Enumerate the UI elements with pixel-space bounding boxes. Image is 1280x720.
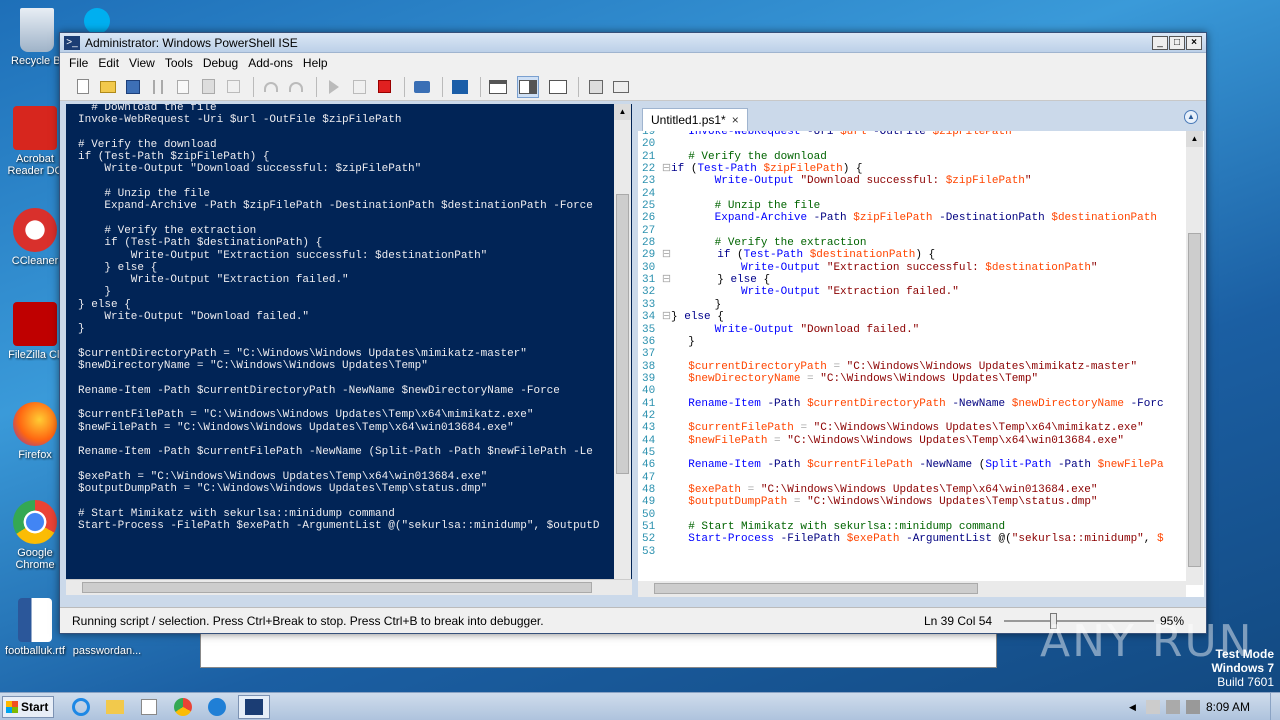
layout-right-icon[interactable] [517, 75, 539, 98]
layout-max-icon[interactable] [547, 76, 569, 98]
console-horizontal-scrollbar[interactable] [66, 579, 632, 595]
run-script-icon[interactable] [323, 76, 345, 98]
background-window [200, 628, 997, 668]
windows-logo-icon [6, 700, 18, 713]
skype-icon [84, 8, 110, 34]
word-doc-icon [18, 598, 52, 642]
run-selection-icon[interactable] [348, 76, 370, 98]
undo-icon[interactable] [260, 76, 282, 98]
scroll-up-icon[interactable]: ▲ [1186, 131, 1203, 147]
menu-addons[interactable]: Add-ons [243, 56, 298, 70]
menu-view[interactable]: View [124, 56, 160, 70]
chrome-icon [13, 500, 57, 544]
editor-scroll-thumb[interactable] [1188, 233, 1201, 567]
status-bar: Running script / selection. Press Ctrl+B… [60, 607, 1206, 633]
editor-tab-bar: Untitled1.ps1* × ▲ [638, 104, 1204, 131]
ccleaner-icon [13, 208, 57, 252]
taskbar-explorer[interactable] [102, 695, 128, 719]
recycle-bin-icon [20, 8, 54, 52]
show-command-icon[interactable] [610, 76, 632, 98]
console-pane[interactable]: # Download the file Invoke-WebRequest -U… [66, 104, 632, 595]
console-scroll-thumb[interactable] [616, 194, 629, 474]
minimize-button[interactable]: _ [1152, 35, 1168, 50]
menu-debug[interactable]: Debug [198, 56, 243, 70]
explorer-icon [106, 699, 124, 714]
clear-icon[interactable] [222, 76, 244, 98]
menu-bar: File Edit View Tools Debug Add-ons Help [60, 53, 1206, 73]
taskbar-chrome[interactable] [170, 695, 196, 719]
tab-untitled1[interactable]: Untitled1.ps1* × [642, 108, 748, 131]
open-folder-icon[interactable] [97, 76, 119, 98]
paste-icon[interactable] [197, 76, 219, 98]
script-editor[interactable]: 19 Invoke-WebRequest -Uri $url -OutFile … [638, 131, 1186, 585]
media-player-icon [141, 698, 157, 715]
taskbar-media-player[interactable] [136, 695, 162, 719]
toolbar-separator [480, 76, 481, 97]
filezilla-icon [13, 302, 57, 346]
powershell-console-icon[interactable] [449, 76, 471, 98]
copy-icon[interactable] [172, 76, 194, 98]
taskbar-ie[interactable] [68, 695, 94, 719]
menu-file[interactable]: File [64, 56, 93, 70]
window-title: Administrator: Windows PowerShell ISE [85, 35, 298, 50]
volume-icon[interactable] [1185, 700, 1200, 714]
layout-top-icon[interactable] [487, 76, 509, 98]
menu-help[interactable]: Help [298, 56, 333, 70]
network-icon[interactable] [1165, 700, 1180, 714]
show-desktop-button[interactable] [1270, 693, 1280, 720]
powershell-icon [245, 698, 263, 715]
close-button[interactable]: × [1186, 35, 1202, 50]
menu-edit[interactable]: Edit [93, 56, 124, 70]
script-code: 19 Invoke-WebRequest -Uri $url -OutFile … [642, 131, 1164, 558]
toolbar-separator [442, 76, 443, 97]
toolbar-separator [253, 76, 254, 97]
show-script-pane-icon[interactable] [585, 76, 607, 98]
firefox-icon [13, 402, 57, 446]
console-vertical-scrollbar[interactable]: ▲ [614, 104, 631, 595]
toolbar-separator [404, 76, 405, 97]
remote-powershell-icon[interactable] [411, 76, 433, 98]
start-button[interactable]: Start [2, 695, 54, 718]
toolbar-separator [578, 76, 579, 97]
cut-icon[interactable] [147, 76, 169, 98]
status-message: Running script / selection. Press Ctrl+B… [72, 613, 544, 628]
powershell-icon: >_ [64, 35, 80, 50]
ie-icon [72, 697, 90, 716]
save-icon[interactable] [122, 76, 144, 98]
toolbar [60, 73, 1206, 101]
close-tab-icon[interactable]: × [732, 113, 739, 127]
title-bar[interactable]: >_ Administrator: Windows PowerShell ISE… [60, 33, 1206, 53]
redo-icon[interactable] [285, 76, 307, 98]
scroll-up-icon[interactable]: ▲ [614, 104, 631, 120]
script-pane: Untitled1.ps1* × ▲ 19 Invoke-WebRequest -… [638, 104, 1204, 597]
editor-vertical-scrollbar[interactable]: ▲ [1186, 131, 1203, 585]
system-tray: ◀ 8:09 AM [1129, 693, 1280, 720]
chrome-icon [174, 697, 192, 716]
menu-tools[interactable]: Tools [160, 56, 198, 70]
chevron-up-icon[interactable]: ▲ [1184, 110, 1198, 124]
console-output: # Download the file Invoke-WebRequest -U… [78, 104, 600, 533]
clock[interactable]: 8:09 AM [1206, 700, 1250, 714]
toolbar-separator [316, 76, 317, 97]
tray-arrow-icon[interactable]: ◀ [1129, 702, 1143, 713]
test-mode-text: Test Mode Windows 7 Build 7601 [1211, 647, 1274, 689]
taskbar-powershell-ise[interactable] [238, 694, 270, 719]
new-file-icon[interactable] [72, 76, 94, 98]
action-center-icon[interactable] [1145, 700, 1160, 714]
edge-icon [208, 697, 226, 716]
maximize-button[interactable]: □ [1169, 35, 1185, 50]
cursor-position: Ln 39 Col 54 [924, 613, 993, 628]
powershell-ise-window: >_ Administrator: Windows PowerShell ISE… [59, 32, 1207, 634]
acrobat-icon [13, 106, 57, 150]
tab-label: Untitled1.ps1* [651, 113, 726, 127]
console-hscroll-thumb[interactable] [82, 582, 592, 593]
taskbar: Start ◀ 8:09 AM [0, 692, 1280, 720]
editor-horizontal-scrollbar[interactable] [638, 581, 1186, 597]
stop-icon[interactable] [373, 76, 395, 98]
editor-hscroll-thumb[interactable] [654, 583, 978, 594]
taskbar-edge[interactable] [204, 695, 230, 719]
